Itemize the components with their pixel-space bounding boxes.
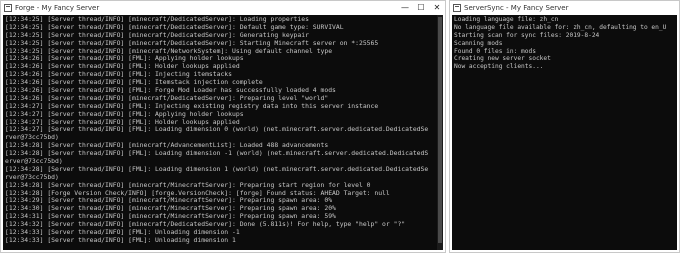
log-line: [12:34:27] [Server thread/INFO] [FML]: H… <box>5 118 240 126</box>
log-line: [12:34:27] [Server thread/INFO] [FML]: I… <box>5 102 379 110</box>
log-line: [12:34:25] [Server thread/INFO] [minecra… <box>5 47 333 55</box>
log-line: erver@73cc75bd) <box>5 158 63 166</box>
log-line: [12:34:26] [Server thread/INFO] [FML]: H… <box>5 63 240 71</box>
log-line: [12:34:25] [Server thread/INFO] [minecra… <box>5 31 309 39</box>
log-line: Scanning mods <box>454 39 503 47</box>
forge-window-controls: — ☐ ✕ <box>397 1 445 15</box>
log-line: rver@73cc75bd) <box>5 134 59 142</box>
log-line: [12:34:28] [Server thread/INFO] [minecra… <box>5 142 329 150</box>
forge-log: [12:34:25] [Server thread/INFO] [minecra… <box>3 15 443 246</box>
log-line: [12:34:25] [Server thread/INFO] [minecra… <box>5 23 344 31</box>
serversync-log: Loading language file: zh_cn No language … <box>452 15 677 72</box>
log-line: Now accepting clients... <box>454 63 544 71</box>
log-line: [12:34:26] [Server thread/INFO] [FML]: F… <box>5 87 336 95</box>
forge-server-window: Forge - My Fancy Server — ☐ ✕ [12:34:25]… <box>0 0 446 253</box>
minimize-button[interactable]: — <box>397 1 413 15</box>
log-line: [12:34:28] [Server thread/INFO] [FML]: L… <box>5 150 429 158</box>
forge-scrollbar[interactable] <box>437 15 443 250</box>
log-line: [12:34:27] [Server thread/INFO] [FML]: A… <box>5 110 244 118</box>
log-line: [12:34:32] [Server thread/INFO] [minecra… <box>5 221 406 229</box>
log-line: [12:34:28] [Server thread/INFO] [minecra… <box>5 181 371 189</box>
log-line: rver@73cc75bd) <box>5 173 59 181</box>
log-line: [12:34:27] [Server thread/INFO] [FML]: L… <box>5 126 429 134</box>
log-line: [12:34:30] [Server thread/INFO] [minecra… <box>5 205 336 213</box>
serversync-window-title: ServerSync - My Fancy Server <box>464 4 569 12</box>
serversync-title-bar[interactable]: ServerSync - My Fancy Server <box>450 1 679 15</box>
log-line: No language file available for: zh_cn, d… <box>454 23 667 31</box>
close-button[interactable]: ✕ <box>429 1 445 15</box>
log-line: [12:34:33] [Server thread/INFO] [FML]: U… <box>5 236 236 244</box>
log-line: [12:34:28] [Server thread/INFO] [FML]: L… <box>5 165 429 173</box>
log-line: Starting scan for sync files: 2019-8-24 <box>454 31 600 39</box>
log-line: [12:34:25] [Server thread/INFO] [minecra… <box>5 39 379 47</box>
forge-console-output[interactable]: [12:34:25] [Server thread/INFO] [minecra… <box>3 15 443 250</box>
forge-window-title: Forge - My Fancy Server <box>15 4 100 12</box>
forge-scroll-thumb[interactable] <box>438 17 442 243</box>
log-line: [12:34:26] [Server thread/INFO] [FML]: I… <box>5 79 263 87</box>
log-line: Found 0 files in: mods <box>454 47 536 55</box>
log-line: [12:34:29] [Server thread/INFO] [minecra… <box>5 197 333 205</box>
maximize-button[interactable]: ☐ <box>413 1 429 15</box>
console-app-icon <box>4 4 12 12</box>
log-line: [12:34:26] [Server thread/INFO] [FML]: A… <box>5 55 244 63</box>
log-line: Creating new server socket <box>454 55 551 63</box>
log-line: [12:34:26] [Server thread/INFO] [minecra… <box>5 94 329 102</box>
log-line: [12:34:31] [Server thread/INFO] [minecra… <box>5 213 336 221</box>
serversync-window: ServerSync - My Fancy Server Loading lan… <box>449 0 680 253</box>
forge-title-bar[interactable]: Forge - My Fancy Server — ☐ ✕ <box>1 1 445 15</box>
console-app-icon <box>453 4 461 12</box>
log-line: [12:34:25] [Server thread/INFO] [minecra… <box>5 16 309 23</box>
serversync-console-output[interactable]: Loading language file: zh_cn No language … <box>452 15 677 250</box>
log-line: [12:34:33] [Server thread/INFO] [FML]: U… <box>5 229 240 237</box>
log-line: [12:34:28] [Forge Version Check/INFO] [f… <box>5 189 390 197</box>
log-line: [12:34:26] [Server thread/INFO] [FML]: I… <box>5 71 233 79</box>
log-line: Loading language file: zh_cn <box>454 16 559 23</box>
